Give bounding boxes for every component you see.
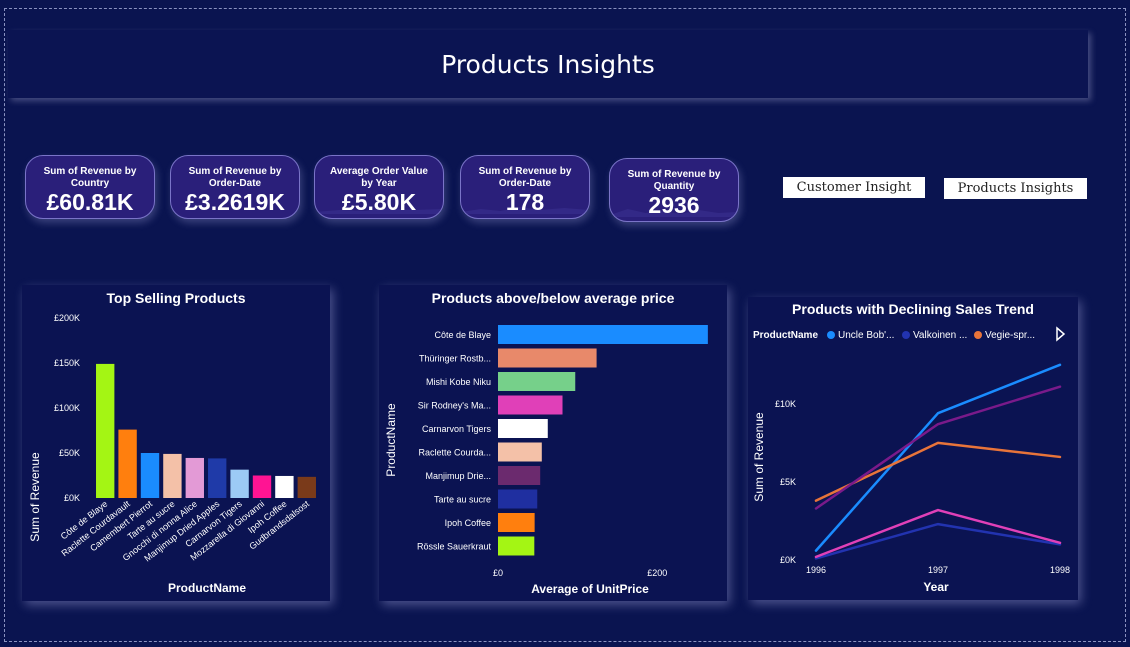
x-tick-label: £0: [493, 568, 503, 578]
bar: [498, 395, 563, 415]
y-tick-label: Carnarvon Tigers: [422, 424, 492, 434]
bar: [498, 419, 548, 438]
x-axis-title: Year: [923, 580, 949, 594]
y-tick-label: £0K: [780, 555, 796, 565]
legend-marker: [827, 331, 835, 339]
y-tick-label: Raclette Courda...: [418, 448, 491, 458]
legend-marker: [902, 331, 910, 339]
bar: [208, 458, 227, 498]
y-tick-label: Rössle Sauerkraut: [417, 542, 492, 552]
bar: [498, 348, 597, 368]
kpi-card-revenue-by-country[interactable]: Sum of Revenue by Country £60.81K: [25, 155, 155, 219]
kpi-value: £60.81K: [46, 189, 134, 215]
y-tick-label: £5K: [780, 477, 796, 487]
avg-price-panel: Products above/below average price Produ…: [379, 285, 727, 601]
bar: [252, 475, 272, 498]
declining-sales-panel: Products with Declining Sales Trend Prod…: [748, 297, 1078, 600]
bar: [498, 442, 542, 462]
kpi-card-revenue-by-quantity[interactable]: Sum of Revenue by Quantity 2936: [609, 158, 739, 222]
page-header: Products Insights: [8, 30, 1088, 98]
y-tick-label: Sir Rodney's Ma...: [418, 401, 491, 411]
y-axis-title: Sum of Revenue: [752, 412, 766, 502]
legend-item[interactable]: Uncle Bob'...: [838, 330, 894, 341]
y-tick-label: £50K: [59, 448, 80, 458]
kpi-value: 178: [505, 189, 545, 215]
series-line: [814, 508, 1062, 559]
y-tick-label: £200K: [54, 313, 80, 323]
y-tick-label: Côte de Blaye: [434, 330, 491, 340]
legend-marker: [974, 331, 982, 339]
kpi-value: 2936: [648, 192, 700, 218]
y-tick-label: Manjimup Drie...: [425, 471, 491, 481]
kpi-value: £3.2619K: [185, 189, 285, 215]
y-tick-label: £10K: [775, 399, 796, 409]
x-axis-title: ProductName: [168, 581, 246, 595]
kpi-label: Sum of Revenue by Order-Date: [478, 166, 572, 189]
legend-item[interactable]: Valkoinen ...: [913, 330, 967, 341]
kpi-card-order-count[interactable]: Sum of Revenue by Order-Date 178: [460, 155, 590, 219]
bar: [185, 457, 204, 498]
kpi-card-revenue-by-order-date[interactable]: Sum of Revenue by Order-Date £3.2619K: [170, 155, 300, 219]
series-line: [814, 363, 1062, 552]
y-tick-label: Thüringer Rostb...: [419, 354, 491, 364]
x-axis-title: Average of UnitPrice: [531, 582, 649, 596]
bar: [498, 536, 535, 556]
top-selling-products-panel: Top Selling Products Sum of Revenue Prod…: [22, 285, 330, 601]
kpi-label: Sum of Revenue by Order-Date: [188, 166, 282, 189]
bar: [230, 469, 249, 498]
x-tick-label: 1998: [1050, 565, 1070, 575]
y-tick-label: £0K: [64, 493, 80, 503]
bar: [275, 475, 294, 498]
bar: [498, 513, 535, 532]
avg-price-chart: ProductName Average of UnitPrice Côte de…: [384, 325, 708, 596]
kpi-label: Average Order Value by Year: [329, 166, 428, 189]
series-line: [814, 441, 1062, 502]
declining-sales-chart: ProductName Uncle Bob'... Valkoinen ... …: [752, 326, 1070, 594]
y-tick-label: Mishi Kobe Niku: [426, 377, 491, 387]
y-tick-label: Ipoh Coffee: [445, 518, 491, 528]
top-selling-products-chart: Sum of Revenue ProductName £0K £50K £100K £…: [28, 313, 316, 595]
x-tick-label: 1996: [806, 565, 826, 575]
y-tick-label: Tarte au sucre: [434, 495, 491, 505]
series-line: [814, 522, 1062, 560]
y-tick-label: £150K: [54, 358, 80, 368]
bar: [498, 325, 708, 344]
legend-item[interactable]: Vegie-spr...: [985, 330, 1035, 341]
bar: [498, 489, 538, 509]
customer-insight-button[interactable]: Customer Insight: [783, 177, 925, 198]
x-tick-label: £200: [647, 568, 667, 578]
products-insights-button[interactable]: Products Insights: [944, 178, 1087, 199]
page-title: Products Insights: [441, 49, 655, 79]
y-axis-title: Sum of Revenue: [28, 452, 42, 542]
bar: [498, 466, 541, 485]
bar: [118, 429, 137, 498]
bar: [163, 453, 182, 498]
legend-title: ProductName: [753, 330, 818, 341]
y-axis-title: ProductName: [384, 403, 398, 477]
series-line: [814, 385, 1062, 510]
bar: [297, 476, 316, 498]
bar: [96, 363, 115, 498]
y-tick-label: £100K: [54, 403, 80, 413]
bar: [140, 453, 160, 498]
kpi-label: Sum of Revenue by Quantity: [627, 169, 721, 192]
x-tick-label: 1997: [928, 565, 948, 575]
bar: [498, 372, 576, 391]
kpi-value: £5.80K: [341, 189, 417, 215]
legend-next-arrow-icon[interactable]: [1056, 326, 1066, 342]
kpi-label: Sum of Revenue by Country: [43, 166, 137, 189]
kpi-card-average-order-value[interactable]: Average Order Value by Year £5.80K: [314, 155, 444, 219]
